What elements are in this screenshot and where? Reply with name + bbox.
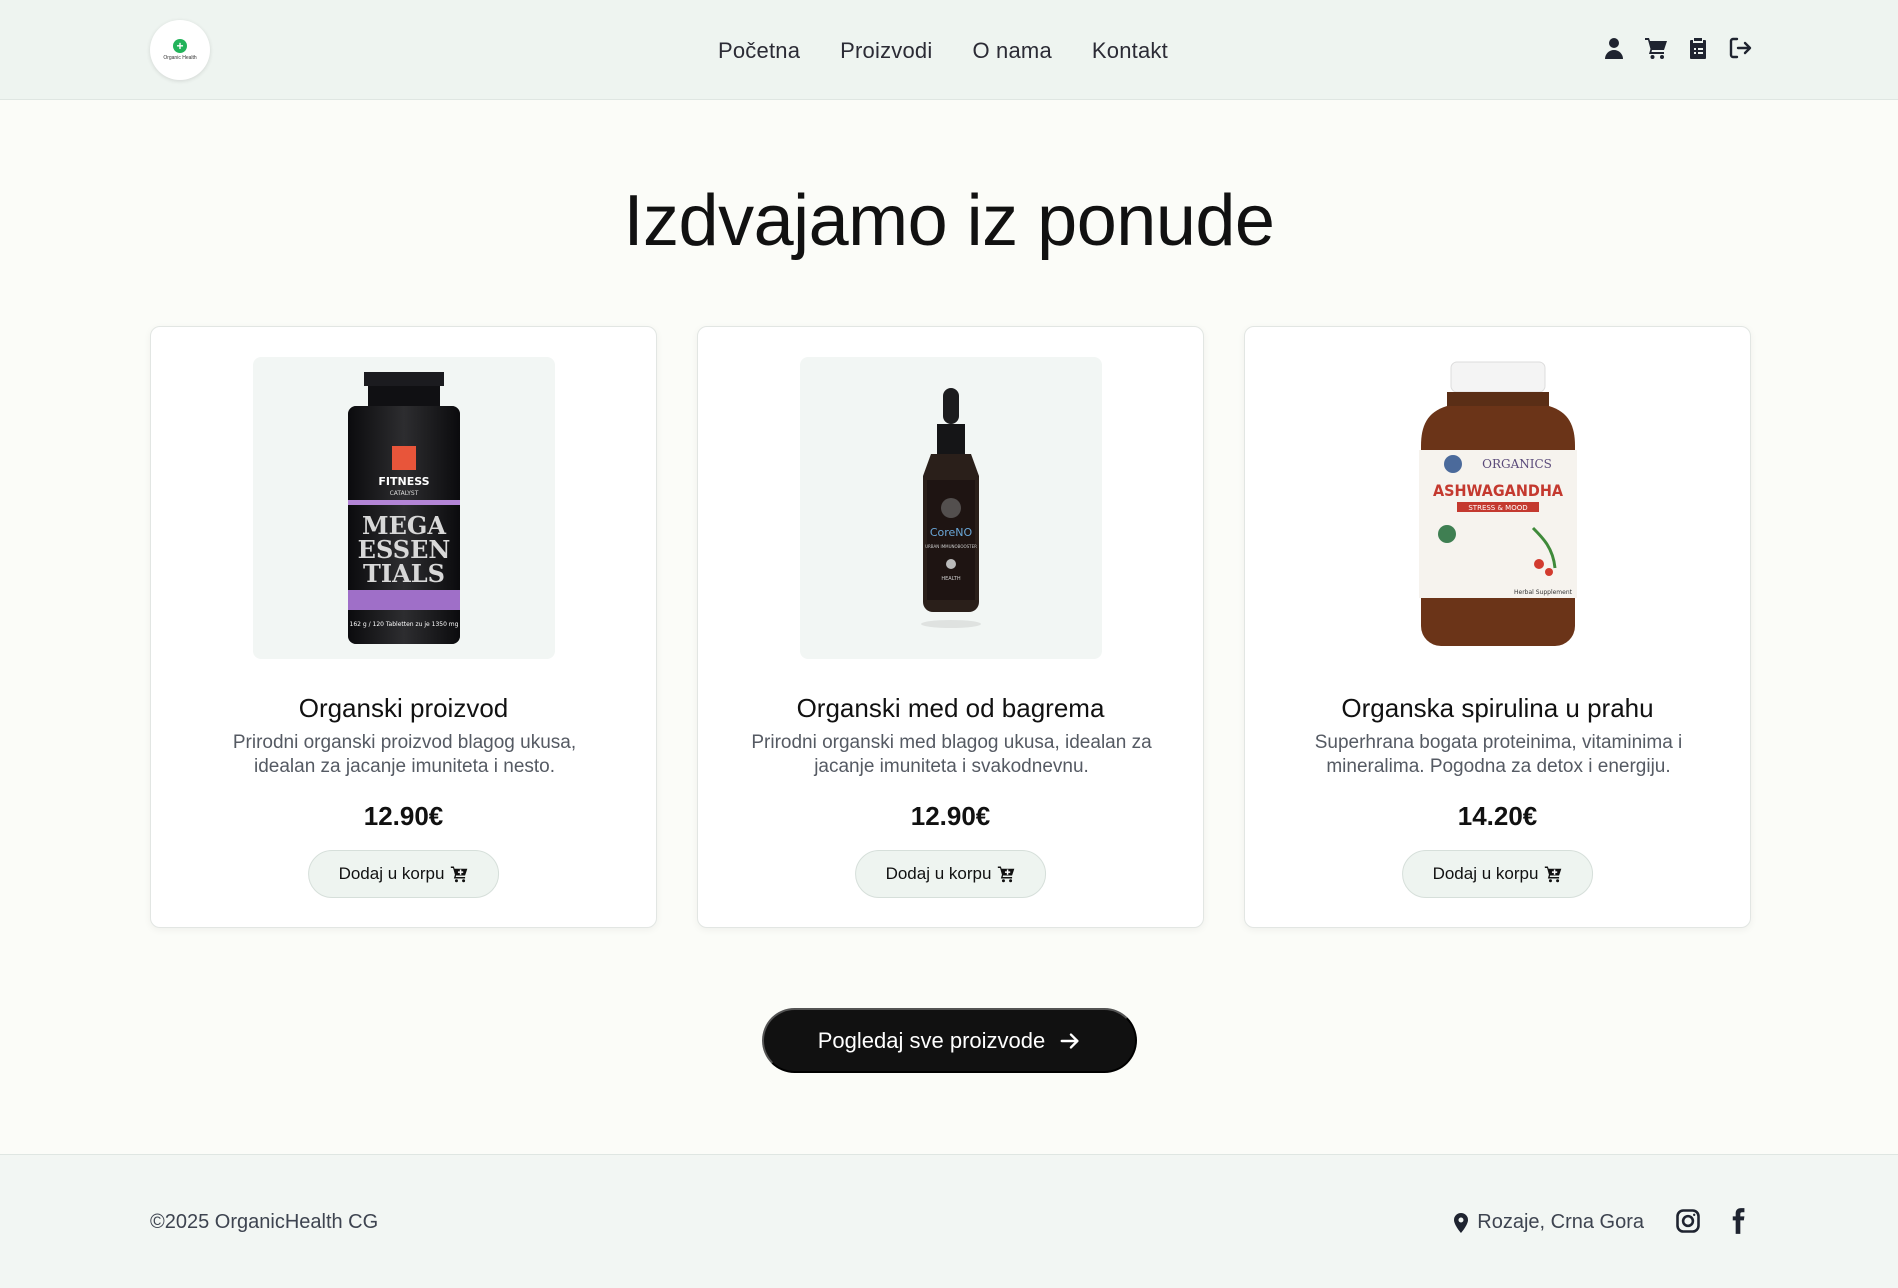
copyright: ©2025 OrganicHealth CG: [150, 1211, 379, 1233]
header: + Organic Health Početna Proizvodi O nam…: [0, 0, 1898, 100]
add-to-cart-button[interactable]: Dodaj u korpu: [1401, 850, 1594, 898]
product-price: 12.90€: [910, 801, 991, 831]
add-to-cart-label: Dodaj u korpu: [1432, 864, 1539, 883]
user-icon[interactable]: [1602, 36, 1626, 60]
svg-text:TIALS: TIALS: [363, 559, 445, 588]
product-image: FITNESS CATALYST MEGA ESSEN TIALS 162 g …: [253, 357, 555, 659]
product-list: FITNESS CATALYST MEGA ESSEN TIALS 162 g …: [150, 326, 1751, 928]
image-label: Herbal Supplement: [1514, 589, 1573, 596]
logo-text: Organic Health: [163, 55, 197, 61]
product-image: ORGANICS ASHWAGANDHA STRESS & MOOD Herba…: [1347, 357, 1649, 659]
page-title: Izdvajamo iz ponude: [623, 181, 1275, 261]
clipboard-icon[interactable]: [1686, 36, 1710, 60]
cart-plus-icon: [998, 866, 1015, 883]
cart-plus-icon: [451, 866, 468, 883]
instagram-icon[interactable]: [1674, 1207, 1702, 1235]
product-price: 14.20€: [1457, 801, 1538, 831]
view-all-label: Pogledaj sve proizvode: [817, 1027, 1046, 1053]
product-name: Organski proizvod: [298, 693, 509, 723]
logo[interactable]: + Organic Health: [150, 20, 210, 80]
product-description: Superhrana bogata proteinima, vitaminima…: [1314, 732, 1683, 777]
image-label: CoreNO: [930, 526, 973, 539]
map-pin-icon: [1454, 1212, 1469, 1233]
nav-item-about[interactable]: O nama: [972, 38, 1051, 64]
image-label: URBAN IMMUNOBOOSTER: [925, 544, 977, 549]
footer-location: Rozaje, Crna Gora: [1453, 1211, 1644, 1234]
add-to-cart-label: Dodaj u korpu: [885, 864, 992, 883]
image-label: ASHWAGANDHA: [1433, 481, 1564, 500]
product-name: Organska spirulina u prahu: [1341, 693, 1654, 723]
image-label: CATALYST: [390, 490, 419, 497]
header-icons: [1602, 36, 1752, 60]
logout-icon[interactable]: [1728, 36, 1752, 60]
nav-item-home[interactable]: Početna: [718, 38, 800, 64]
product-name: Organski med od bagrema: [796, 693, 1105, 723]
product-image: CoreNO URBAN IMMUNOBOOSTER HEALTH: [800, 357, 1102, 659]
cart-icon[interactable]: [1644, 36, 1668, 60]
image-label: FITNESS: [378, 475, 429, 488]
nav-item-products[interactable]: Proizvodi: [840, 38, 932, 64]
product-price: 12.90€: [363, 801, 444, 831]
view-all-products-button[interactable]: Pogledaj sve proizvode: [762, 1008, 1137, 1073]
add-to-cart-label: Dodaj u korpu: [338, 864, 445, 883]
image-label: 162 g / 120 Tabletten zu je 1350 mg: [350, 621, 459, 628]
image-label: STRESS & MOOD: [1468, 504, 1527, 512]
cart-plus-icon: [1545, 866, 1562, 883]
product-card[interactable]: ORGANICS ASHWAGANDHA STRESS & MOOD Herba…: [1244, 326, 1751, 928]
facebook-icon[interactable]: [1724, 1207, 1752, 1235]
plus-icon: +: [173, 39, 187, 53]
location-text: Rozaje, Crna Gora: [1477, 1211, 1644, 1233]
footer: ©2025 OrganicHealth CG Rozaje, Crna Gora: [0, 1154, 1898, 1288]
arrow-right-icon: [1060, 1032, 1079, 1049]
product-card[interactable]: CoreNO URBAN IMMUNOBOOSTER HEALTH Organs…: [697, 326, 1204, 928]
image-label: ORGANICS: [1482, 457, 1552, 471]
add-to-cart-button[interactable]: Dodaj u korpu: [854, 850, 1047, 898]
nav-item-contact[interactable]: Kontakt: [1092, 38, 1168, 64]
image-label: HEALTH: [941, 576, 960, 582]
product-description: Prirodni organski proizvod blagog ukusa,…: [232, 732, 577, 777]
main-nav: Početna Proizvodi O nama Kontakt: [718, 38, 1168, 64]
add-to-cart-button[interactable]: Dodaj u korpu: [307, 850, 500, 898]
social-links: [1674, 1207, 1752, 1235]
product-description: Prirodni organski med blagog ukusa, idea…: [751, 732, 1152, 777]
product-card[interactable]: FITNESS CATALYST MEGA ESSEN TIALS 162 g …: [150, 326, 657, 928]
